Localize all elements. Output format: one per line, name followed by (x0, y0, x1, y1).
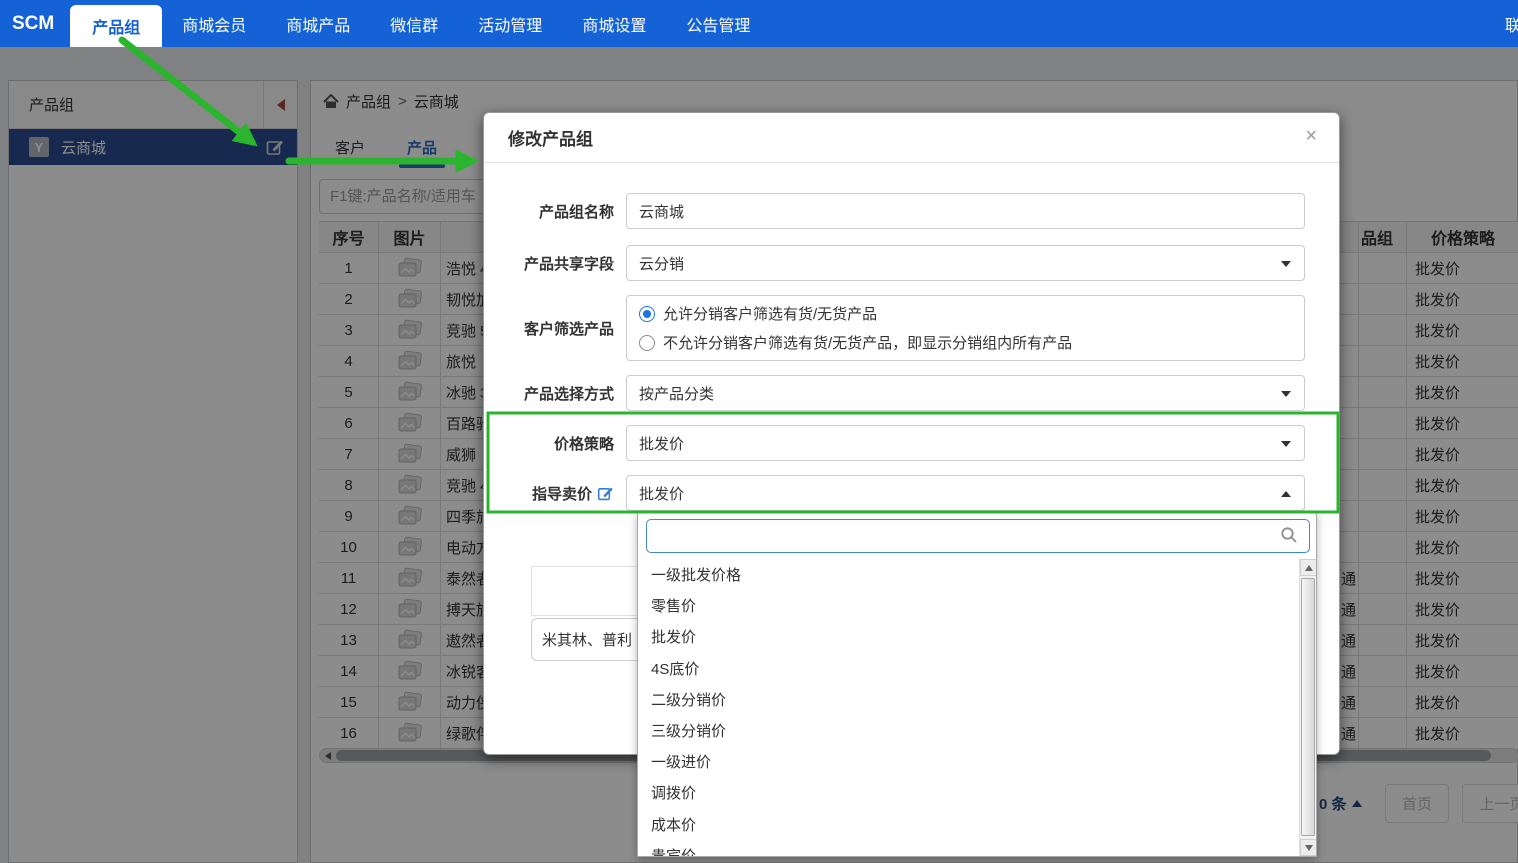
nav-tab-label: 商城产品 (286, 12, 350, 36)
dropdown-option[interactable]: 4S底价 (639, 653, 1300, 684)
group-name-label: 产品组名称 (484, 193, 626, 229)
radio-option-label: 允许分销客户筛选有货/无货产品 (663, 303, 877, 324)
guide-price-label-text: 指导卖价 (532, 483, 592, 504)
vertical-scroll-thumb[interactable] (1301, 578, 1315, 836)
chevron-down-icon (1281, 261, 1291, 267)
dropdown-option-list: 一级批发价格零售价批发价4S底价二级分销价三级分销价一级进价调拨价成本价贵宾价 (639, 559, 1300, 857)
radio-option-label: 不允许分销客户筛选有货/无货产品，即显示分销组内所有产品 (663, 332, 1072, 353)
nav-right-clipped-item[interactable]: 联 (1505, 0, 1518, 47)
nav-tab-label: 活动管理 (478, 12, 542, 36)
selection-mode-select[interactable]: 按产品分类 (626, 375, 1305, 411)
edit-guide-price-icon[interactable] (597, 485, 614, 502)
chevron-down-icon (1281, 441, 1291, 447)
nav-tab[interactable]: 商城设置 (562, 0, 666, 47)
scm-app: SCM 产品组商城会员商城产品微信群活动管理商城设置公告管理 联 产品组 Y 云… (0, 0, 1518, 863)
nav-tab-label: 微信群 (390, 12, 438, 36)
guide-price-value: 批发价 (639, 483, 684, 504)
nav-tab[interactable]: 公告管理 (666, 0, 770, 47)
radio-icon (639, 335, 655, 351)
customer-filter-options: 允许分销客户筛选有货/无货产品 不允许分销客户筛选有货/无货产品，即显示分销组内… (626, 295, 1305, 361)
scroll-down-icon[interactable] (1300, 839, 1317, 856)
share-field-select[interactable]: 云分销 (626, 245, 1305, 281)
dropdown-option[interactable]: 二级分销价 (639, 684, 1300, 715)
field-customer-filter: 客户筛选产品 允许分销客户筛选有货/无货产品 不允许分销客户筛选有货/无货产品，… (484, 295, 1341, 361)
radio-option[interactable]: 允许分销客户筛选有货/无货产品 (639, 303, 1292, 324)
guide-price-select[interactable]: 批发价 (626, 475, 1305, 511)
dropdown-option[interactable]: 成本价 (639, 809, 1300, 840)
field-share: 产品共享字段 云分销 (484, 245, 1341, 281)
nav-tab[interactable]: 活动管理 (458, 0, 562, 47)
app-logo: SCM (12, 0, 54, 47)
search-icon (1280, 526, 1298, 544)
nav-tab[interactable]: 商城会员 (162, 0, 266, 47)
nav-tab-label: 商城会员 (182, 12, 246, 36)
dropdown-option[interactable]: 三级分销价 (639, 715, 1300, 746)
field-group-name: 产品组名称 (484, 193, 1341, 229)
scroll-up-icon[interactable] (1300, 559, 1317, 576)
dropdown-search-input[interactable] (646, 519, 1310, 553)
chevron-down-icon (1281, 391, 1291, 397)
selection-mode-value: 按产品分类 (639, 383, 714, 404)
selection-mode-label: 产品选择方式 (484, 375, 626, 411)
dropdown-scrollbar[interactable] (1299, 559, 1316, 856)
chevron-up-icon (1281, 491, 1291, 497)
dropdown-option[interactable]: 批发价 (639, 621, 1300, 652)
nav-tab-list: 产品组 商城会员 商城产品 微信群 活动管理 商城设置 公告管理 (70, 0, 770, 47)
top-navbar: SCM 产品组 商城会员 商城产品 微信群 活动管理 商城设置 公告管理 联 (0, 0, 1518, 47)
dropdown-option[interactable]: 一级进价 (639, 746, 1300, 777)
modal-header: 修改产品组 × (484, 113, 1339, 163)
dropdown-option[interactable]: 一级批发价格 (639, 559, 1300, 590)
nav-tab[interactable]: 产品组 (70, 5, 162, 47)
nav-tab[interactable]: 微信群 (370, 0, 458, 47)
customer-filter-label: 客户筛选产品 (484, 295, 626, 361)
dropdown-option[interactable]: 贵宾价 (639, 840, 1300, 857)
guide-price-label: 指导卖价 (484, 475, 626, 511)
field-price-strategy: 价格策略 批发价 (484, 425, 1341, 461)
radio-icon (639, 306, 655, 322)
dropdown-option[interactable]: 调拨价 (639, 777, 1300, 808)
guide-price-dropdown: 一级批发价格零售价批发价4S底价二级分销价三级分销价一级进价调拨价成本价贵宾价 (637, 512, 1317, 857)
dropdown-option[interactable]: 零售价 (639, 590, 1300, 621)
price-strategy-value: 批发价 (639, 433, 684, 454)
group-name-input[interactable] (626, 193, 1305, 229)
nav-tab-label: 公告管理 (686, 12, 750, 36)
field-guide-price: 指导卖价 批发价 (484, 475, 1341, 511)
share-field-label: 产品共享字段 (484, 245, 626, 281)
field-selection-mode: 产品选择方式 按产品分类 (484, 375, 1341, 411)
price-strategy-select[interactable]: 批发价 (626, 425, 1305, 461)
nav-tab-label: 产品组 (92, 14, 140, 38)
close-icon[interactable]: × (1305, 126, 1317, 146)
modal-title: 修改产品组 (508, 125, 593, 150)
radio-option[interactable]: 不允许分销客户筛选有货/无货产品，即显示分销组内所有产品 (639, 332, 1292, 353)
nav-tab-label: 商城设置 (582, 12, 646, 36)
price-strategy-label: 价格策略 (484, 425, 626, 461)
nav-tab[interactable]: 商城产品 (266, 0, 370, 47)
share-field-value: 云分销 (639, 253, 684, 274)
